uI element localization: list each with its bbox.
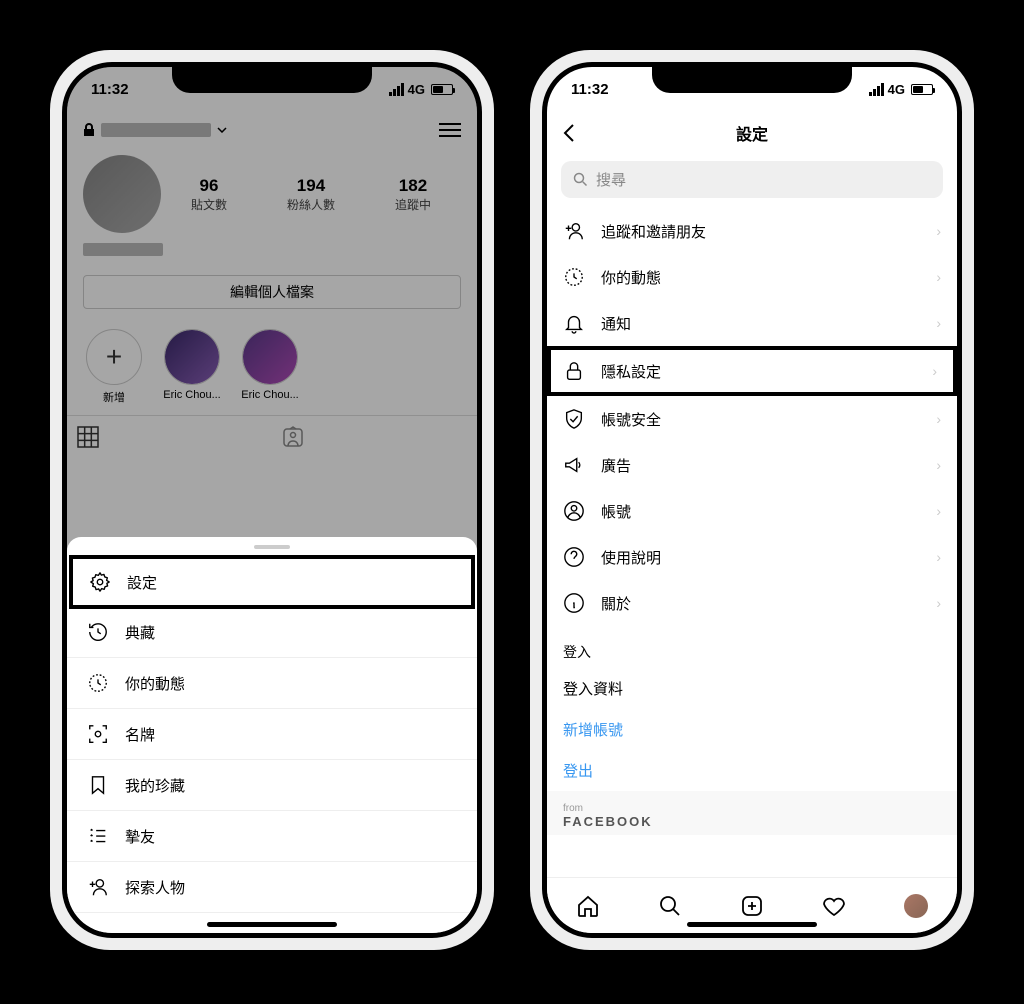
settings-item-activity[interactable]: 你的動態 › xyxy=(547,254,957,300)
chevron-right-icon: › xyxy=(936,549,941,565)
chevron-right-icon: › xyxy=(936,595,941,611)
settings-item-privacy[interactable]: 隱私設定 › xyxy=(547,346,957,396)
settings-item-follow-invite[interactable]: 追蹤和邀請朋友 › xyxy=(547,208,957,254)
add-person-icon xyxy=(563,220,585,242)
user-circle-icon xyxy=(563,500,585,522)
chevron-right-icon: › xyxy=(936,315,941,331)
menu-item-close-friends[interactable]: 摯友 xyxy=(67,811,477,862)
megaphone-icon xyxy=(563,454,585,476)
info-circle-icon xyxy=(563,592,585,614)
nav-header: 設定 xyxy=(547,111,957,155)
tab-create[interactable] xyxy=(739,893,765,919)
chevron-right-icon: › xyxy=(936,269,941,285)
gear-icon xyxy=(89,571,111,593)
signal-icon xyxy=(389,83,404,96)
chevron-right-icon: › xyxy=(932,363,937,379)
nametag-scan-icon xyxy=(87,723,109,745)
activity-clock-icon xyxy=(563,266,585,288)
help-circle-icon xyxy=(563,546,585,568)
profile-avatar-small xyxy=(904,894,928,918)
settings-item-ads[interactable]: 廣告 › xyxy=(547,442,957,488)
chevron-right-icon: › xyxy=(936,223,941,239)
tab-profile[interactable] xyxy=(903,893,929,919)
search-icon xyxy=(573,172,588,187)
menu-item-saved[interactable]: 我的珍藏 xyxy=(67,760,477,811)
signal-icon xyxy=(869,83,884,96)
status-time: 11:32 xyxy=(571,81,609,98)
battery-icon xyxy=(431,84,453,95)
phone-mockup-left: 11:32 4G xyxy=(50,50,494,950)
home-indicator[interactable] xyxy=(207,922,337,927)
activity-clock-icon xyxy=(87,672,109,694)
settings-item-help[interactable]: 使用說明 › xyxy=(547,534,957,580)
tab-home[interactable] xyxy=(575,893,601,919)
bookmark-icon xyxy=(87,774,109,796)
tab-search[interactable] xyxy=(657,893,683,919)
network-label: 4G xyxy=(408,82,425,97)
status-time: 11:32 xyxy=(91,81,129,98)
settings-item-about[interactable]: 關於 › xyxy=(547,580,957,626)
login-section-label: 登入 xyxy=(547,626,957,668)
close-friends-list-icon xyxy=(87,825,109,847)
settings-item-security[interactable]: 帳號安全 › xyxy=(547,396,957,442)
settings-item-account[interactable]: 帳號 › xyxy=(547,488,957,534)
chevron-right-icon: › xyxy=(936,411,941,427)
network-label: 4G xyxy=(888,82,905,97)
menu-item-nametag[interactable]: 名牌 xyxy=(67,709,477,760)
footer-brand: from FACEBOOK xyxy=(547,791,957,835)
page-title: 設定 xyxy=(736,121,768,145)
add-person-icon xyxy=(87,876,109,898)
chevron-right-icon: › xyxy=(936,503,941,519)
chevron-right-icon: › xyxy=(936,457,941,473)
sheet-drag-handle[interactable] xyxy=(254,545,290,549)
menu-item-archive[interactable]: 典藏 xyxy=(67,607,477,658)
search-input[interactable]: 搜尋 xyxy=(561,161,943,198)
tab-activity[interactable] xyxy=(821,893,847,919)
bell-icon xyxy=(563,312,585,334)
profile-menu-sheet: 設定 典藏 你的動態 xyxy=(67,537,477,933)
login-info-item[interactable]: 登入資料 xyxy=(547,668,957,709)
menu-item-settings[interactable]: 設定 xyxy=(69,555,475,609)
menu-item-discover[interactable]: 探索人物 xyxy=(67,862,477,913)
add-account-link[interactable]: 新增帳號 xyxy=(547,709,957,750)
battery-icon xyxy=(911,84,933,95)
menu-item-activity[interactable]: 你的動態 xyxy=(67,658,477,709)
lock-icon xyxy=(563,360,585,382)
phone-mockup-right: 11:32 4G 設定 搜尋 xyxy=(530,50,974,950)
settings-item-notifications[interactable]: 通知 › xyxy=(547,300,957,346)
shield-check-icon xyxy=(563,408,585,430)
back-button[interactable] xyxy=(563,123,583,143)
logout-link[interactable]: 登出 xyxy=(547,750,957,791)
clock-history-icon xyxy=(87,621,109,643)
home-indicator[interactable] xyxy=(687,922,817,927)
